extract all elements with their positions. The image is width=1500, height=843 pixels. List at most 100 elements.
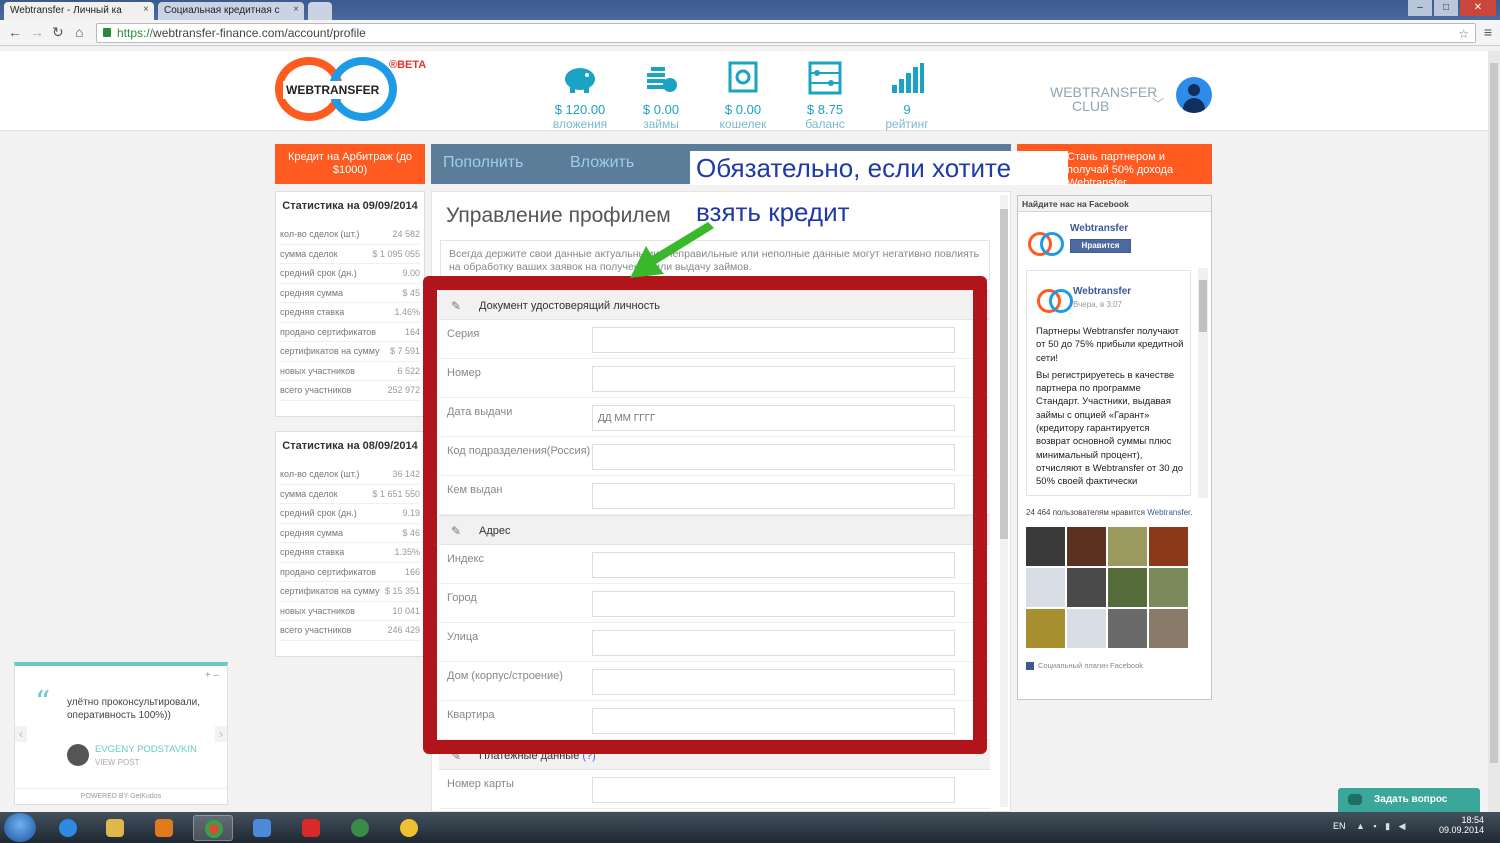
kudos-view-link[interactable]: VIEW POST <box>95 758 139 767</box>
stat-row: средний срок (дн.) 9.00 <box>280 264 420 284</box>
stats-title: Статистика на 09/09/2014 <box>282 200 418 212</box>
text-field[interactable] <box>592 777 955 803</box>
chevron-left-icon[interactable]: ‹ <box>15 726 27 742</box>
language-indicator[interactable]: EN <box>1333 821 1346 831</box>
scrollbar-thumb[interactable] <box>1199 280 1207 332</box>
form-row: Номер карты <box>439 770 990 809</box>
messenger-icon[interactable] <box>389 815 429 841</box>
forward-icon[interactable]: → <box>30 24 44 40</box>
fan-avatar[interactable] <box>1067 609 1106 648</box>
scrollbar-thumb[interactable] <box>1490 63 1498 763</box>
stat-row: сертификатов на сумму $ 7 591 <box>280 342 420 362</box>
chevron-down-icon[interactable]: ﹀ <box>1152 95 1164 112</box>
ie-icon[interactable] <box>48 815 88 841</box>
chrome-icon[interactable] <box>193 815 233 841</box>
fan-avatar[interactable] <box>1026 609 1065 648</box>
explorer-icon[interactable] <box>95 815 135 841</box>
app-icon[interactable] <box>242 815 282 841</box>
text-field[interactable] <box>592 444 955 470</box>
chevron-right-icon[interactable]: › <box>215 726 227 742</box>
fan-avatar[interactable] <box>1149 568 1188 607</box>
widget-controls-icon[interactable]: + – <box>205 670 219 681</box>
app-icon[interactable] <box>340 815 380 841</box>
fb-page-logo[interactable] <box>1028 232 1064 256</box>
url-scheme: https:// <box>117 26 154 40</box>
text-field[interactable] <box>592 591 955 617</box>
nav-invest[interactable]: Вложить <box>570 154 634 172</box>
fan-avatar[interactable] <box>1149 527 1188 566</box>
pencil-icon[interactable]: ✎ <box>451 741 461 771</box>
fan-avatar[interactable] <box>1067 527 1106 566</box>
post-author[interactable]: Webtransfer <box>1073 286 1131 297</box>
new-tab-button[interactable] <box>308 2 332 20</box>
arbitrage-credit-button[interactable]: Кредит на Арбитраж (до $1000) <box>275 144 425 184</box>
fan-avatar[interactable] <box>1108 609 1147 648</box>
stat-loans[interactable]: $ 0.00 займы <box>621 61 701 131</box>
stat-row-value: 1.35% <box>394 547 420 557</box>
field-label: Номер <box>447 367 481 379</box>
post-time[interactable]: Вчера, в 3:07 <box>1073 300 1122 309</box>
pencil-icon[interactable]: ✎ <box>451 516 461 546</box>
kudos-author[interactable]: EVGENY PODSTAVKIN <box>95 744 197 755</box>
page-scrollbar[interactable] <box>1488 51 1500 812</box>
reload-icon[interactable]: ↻ <box>52 24 64 41</box>
form-row: Город <box>439 584 990 623</box>
club-menu[interactable]: WEBTRANSFER CLUB <box>1050 85 1157 113</box>
back-icon[interactable]: ← <box>8 24 22 40</box>
tab-close-icon[interactable]: × <box>293 4 299 15</box>
profile-form: ✎ Документ удостоверящий личность Серия Н… <box>439 290 990 810</box>
text-field[interactable] <box>592 405 955 431</box>
stat-value: $ 0.00 <box>642 102 680 117</box>
fb-page-name[interactable]: Webtransfer <box>1070 223 1128 234</box>
fb-scrollbar[interactable] <box>1198 268 1208 498</box>
nav-topup[interactable]: Пополнить <box>443 154 523 172</box>
bookmark-star-icon[interactable]: ☆ <box>1458 25 1469 43</box>
tab-close-icon[interactable]: × <box>143 4 149 15</box>
likes-link[interactable]: Webtransfer. <box>1147 508 1192 517</box>
content-scrollbar[interactable] <box>1000 195 1008 807</box>
stat-rating[interactable]: 9 рейтинг <box>867 61 947 131</box>
fan-avatar[interactable] <box>1149 609 1188 648</box>
fb-faces-grid <box>1026 527 1192 648</box>
yandex-icon[interactable] <box>291 815 331 841</box>
stat-row-label: кол-во сделок (шт.) <box>280 229 360 239</box>
close-window-icon[interactable]: ✕ <box>1460 0 1496 16</box>
stat-wallet[interactable]: $ 0.00 кошелек <box>703 61 783 131</box>
tray-icons[interactable]: ▲ ▪ ▮ ◀ <box>1356 821 1408 832</box>
text-field[interactable] <box>592 630 955 656</box>
maximize-icon[interactable]: □ <box>1434 0 1458 16</box>
text-field[interactable] <box>592 708 955 734</box>
address-bar[interactable]: https://webtransfer-finance.com/account/… <box>96 23 1476 43</box>
minimize-icon[interactable]: – <box>1408 0 1432 16</box>
avatar[interactable] <box>1176 77 1212 113</box>
browser-tab-active[interactable]: Webtransfer - Личный ка × <box>4 2 154 20</box>
stat-row-value: $ 7 591 <box>389 346 420 356</box>
help-link[interactable]: (?) <box>582 750 595 762</box>
fan-avatar[interactable] <box>1067 568 1106 607</box>
stat-balance[interactable]: $ 8.75 баланс <box>785 61 865 131</box>
fb-like-button[interactable]: Нравится <box>1070 239 1131 253</box>
site-logo[interactable]: WEBTRANSFER <box>275 57 400 123</box>
fan-avatar[interactable] <box>1108 568 1147 607</box>
fan-avatar[interactable] <box>1026 527 1065 566</box>
media-player-icon[interactable] <box>144 815 184 841</box>
scrollbar-thumb[interactable] <box>1000 209 1008 539</box>
text-field[interactable] <box>592 552 955 578</box>
text-field[interactable] <box>592 327 955 353</box>
browser-tab[interactable]: Социальная кредитная с × <box>158 2 304 20</box>
text-field[interactable] <box>592 366 955 392</box>
stat-row: средняя сумма $ 45 <box>280 284 420 303</box>
home-icon[interactable]: ⌂ <box>75 24 83 40</box>
clock[interactable]: 18:54 09.09.2014 <box>1439 815 1484 835</box>
stat-row-value: 1.46% <box>394 307 420 317</box>
text-field[interactable] <box>592 669 955 695</box>
fan-avatar[interactable] <box>1026 568 1065 607</box>
pencil-icon[interactable]: ✎ <box>451 291 461 321</box>
stat-investments[interactable]: $ 120.00 вложения <box>540 61 620 131</box>
start-button[interactable] <box>4 813 36 842</box>
ask-question-button[interactable]: Задать вопрос <box>1338 788 1480 812</box>
fan-avatar[interactable] <box>1108 527 1147 566</box>
browser-menu-icon[interactable]: ≡ <box>1484 24 1492 40</box>
text-field[interactable] <box>592 483 955 509</box>
stat-label: займы <box>643 117 679 131</box>
